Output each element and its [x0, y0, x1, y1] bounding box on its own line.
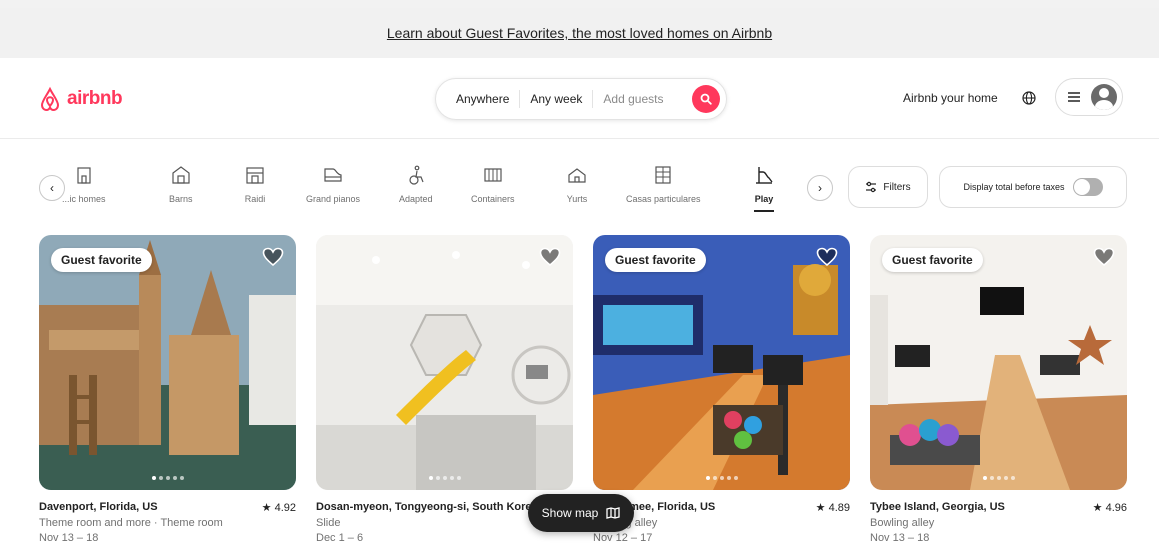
filters-label: Filters [883, 181, 911, 193]
container-icon [484, 168, 502, 182]
top-strip [0, 0, 1159, 8]
globe-icon[interactable] [1022, 91, 1036, 105]
show-map-label: Show map [541, 506, 599, 520]
barn-icon [172, 166, 190, 184]
listing-info: Tybee Island, Georgia, US ★ 4.96 Bowling… [870, 501, 1127, 544]
category-label: ...ic homes [62, 194, 106, 204]
active-category-underline [754, 210, 774, 212]
listing-subtitle: Theme room and more · Theme room [39, 517, 223, 529]
taxes-label: Display total before taxes [963, 182, 1065, 192]
listing-dates: Dec 1 – 6 [316, 532, 364, 544]
listing-image [870, 235, 1127, 490]
banner-link[interactable]: Learn about Guest Favorites, the most lo… [387, 25, 772, 41]
search-anywhere[interactable]: Anywhere [436, 92, 519, 106]
map-icon [606, 507, 620, 519]
listing-rating: ★ 4.92 [261, 502, 296, 514]
listing-photo[interactable]: Guest favorite [870, 235, 1127, 490]
listing-card[interactable]: Guest favorite Davenport, Florida, US ★ … [39, 235, 296, 560]
carousel-dots [982, 476, 1015, 480]
avatar [1091, 84, 1117, 110]
listing-rating: ★ 4.89 [815, 502, 850, 514]
user-menu-button[interactable] [1055, 78, 1123, 116]
category-label: Grand pianos [306, 194, 361, 204]
category-label: Containers [471, 194, 515, 204]
guest-favorite-badge: Guest favorite [605, 248, 706, 272]
category-label: Barns [169, 194, 193, 204]
category-item[interactable]: Containers [471, 164, 515, 204]
listing-location: Davenport, Florida, US [39, 501, 158, 513]
airbnb-logo[interactable]: airbnb [38, 86, 123, 112]
category-label: Casas particulares [626, 194, 701, 204]
display-total-toggle[interactable]: Display total before taxes [939, 166, 1127, 208]
logo-text: airbnb [67, 88, 123, 109]
filters-icon [866, 181, 877, 193]
heart-icon[interactable] [816, 247, 838, 267]
listing-location: Tybee Island, Georgia, US [870, 501, 1005, 513]
category-item[interactable]: Raidi [244, 164, 266, 204]
category-label: Raidi [244, 194, 266, 204]
category-item[interactable]: Casas particulares [626, 164, 701, 204]
building-icon [246, 167, 264, 184]
guest-favorites-banner[interactable]: Learn about Guest Favorites, the most lo… [0, 8, 1159, 58]
listing-rating: ★ 4.96 [1092, 502, 1127, 514]
category-label: Adapted [399, 194, 433, 204]
taxes-toggle-switch[interactable] [1072, 178, 1103, 196]
hamburger-icon [1068, 92, 1080, 102]
listing-photo[interactable]: Guest favorite [39, 235, 296, 490]
heart-icon[interactable] [539, 247, 561, 267]
header: airbnb Anywhere Any week Add guests Airb… [0, 58, 1159, 139]
listing-card[interactable]: Guest favorite Tybee Island, Georgia, US… [870, 235, 1127, 560]
show-map-button[interactable]: Show map [528, 494, 634, 532]
heart-icon[interactable] [262, 247, 284, 267]
carousel-dots [151, 476, 184, 480]
guest-favorite-badge: Guest favorite [51, 248, 152, 272]
carousel-dots [428, 476, 461, 480]
listing-location: Dosan-myeon, Tongyeong-si, South Korea [316, 501, 536, 513]
listing-dates: Nov 13 – 18 [870, 532, 930, 544]
category-item[interactable]: Grand pianos [306, 164, 360, 204]
slide-icon [756, 167, 773, 184]
category-item[interactable]: Adapted [399, 164, 433, 204]
chevron-left-icon: ‹ [50, 181, 54, 195]
listing-photo[interactable]: Guest favorite [593, 235, 850, 490]
yurt-icon [568, 168, 586, 183]
heart-icon[interactable] [1093, 247, 1115, 267]
airbnb-your-home-link[interactable]: Airbnb your home [903, 91, 998, 105]
airbnb-logo-icon [40, 86, 60, 112]
category-item-play[interactable]: Play [753, 164, 775, 212]
chevron-right-icon: › [818, 181, 822, 195]
listing-image [39, 235, 296, 490]
filters-button[interactable]: Filters [848, 166, 928, 208]
search-icon [700, 93, 712, 105]
listing-photo[interactable] [316, 235, 573, 490]
listing-subtitle: Bowling alley [870, 517, 935, 529]
category-item[interactable]: ...ic homes [62, 164, 106, 204]
house-icon [77, 167, 91, 184]
category-scroll-right-button[interactable]: › [807, 175, 833, 201]
category-label: Yurts [566, 194, 588, 204]
listing-image [316, 235, 573, 490]
accessible-icon [409, 165, 424, 185]
listing-info: Davenport, Florida, US ★ 4.92 Theme room… [39, 501, 296, 544]
category-item[interactable]: Barns [169, 164, 193, 204]
search-any-week[interactable]: Any week [520, 92, 592, 106]
category-label: Play [754, 194, 774, 204]
search-bar[interactable]: Anywhere Any week Add guests [435, 78, 727, 120]
listing-dates: Nov 12 – 17 [593, 532, 653, 544]
search-add-guests[interactable]: Add guests [593, 92, 673, 106]
guest-favorite-badge: Guest favorite [882, 248, 983, 272]
casa-icon [655, 166, 671, 184]
search-button[interactable] [692, 85, 720, 113]
piano-icon [324, 168, 342, 182]
listing-dates: Nov 13 – 18 [39, 532, 99, 544]
category-item[interactable]: Yurts [566, 164, 588, 204]
listing-image [593, 235, 850, 490]
carousel-dots [705, 476, 738, 480]
